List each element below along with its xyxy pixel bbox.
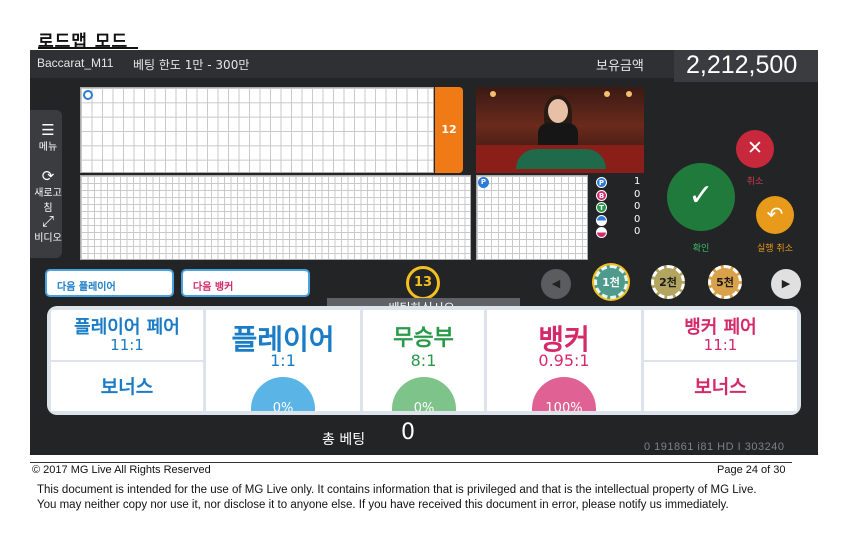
chip-next-button[interactable]: ▶ [771,269,801,299]
player-icon: P [596,177,607,188]
total-bet-label: 총 베팅 [322,432,366,448]
refresh-button[interactable]: ⟳ 새로고침 [30,168,66,214]
bead-road-marker [83,90,93,100]
menu-icon: ☰ [41,121,55,139]
balance-value: 2,212,500 [686,51,798,79]
stat-value: 0 [634,201,641,212]
chip-1000[interactable]: 1천 [594,265,628,299]
check-icon: ✓ [688,178,714,213]
tie-icon: T [596,202,607,213]
menu-button[interactable]: ☰ 메뉴 [30,122,66,153]
cancel-button[interactable]: ✕ [736,130,774,168]
balance-box: 2,212,500 [674,50,818,82]
page-number: Page 24 of 30 [717,464,786,476]
bead-road[interactable]: 12 [80,87,463,173]
bet-odds: 11:1 [703,336,738,354]
stat-value: 0 [634,188,641,200]
countdown-timer: 13 [406,266,440,300]
menu-label: 메뉴 [38,142,58,153]
refresh-label: 새로고침 [34,188,62,214]
table-name: Baccarat_M11 [37,56,114,70]
bet-banker[interactable]: 뱅커 0.95:1 100% [487,310,641,411]
bet-title: 무승부 [393,326,454,351]
result-stats: P 1 B 0 T 0 0 0 [594,176,644,240]
bet-percent-banker: 100% [532,377,596,411]
stat-value: 0 [634,213,641,225]
bet-title: 보너스 [694,376,747,398]
small-road-marker: P [478,177,489,188]
bet-odds: 1:1 [270,351,296,370]
doc-title-underline [38,47,138,49]
dealer-head [548,99,568,123]
banker-icon: B [596,189,607,201]
next-player-button[interactable]: 다음 플레이어 [45,269,174,297]
confirm-button[interactable]: ✓ [667,163,735,231]
bet-banker-bonus[interactable]: 보너스 [644,362,797,411]
chevron-right-icon: ▶ [781,277,791,290]
expand-icon: ⤢ [41,212,54,230]
road-count-badge: 12 [435,87,463,173]
bet-percent-tie: 0% [392,377,456,411]
session-code: 0 191861 i81 HD I 303240 [644,441,785,453]
footer-divider [30,462,792,463]
refresh-icon: ⟳ [41,167,55,185]
banker-pair-icon [596,227,607,238]
undo-icon: ↶ [766,202,784,226]
video-light [626,91,632,97]
copyright: © 2017 MG Live All Rights Reserved [32,464,211,476]
bet-percent-player: 0% [251,377,315,411]
game-screen: Baccarat_M11 베팅 한도 1만 - 300만 보유금액 2,212,… [30,50,818,455]
confirm-label: 확인 [692,244,710,254]
next-banker-button[interactable]: 다음 뱅커 [181,269,310,297]
confidentiality-notice: This document is intended for the use of… [37,484,757,511]
bet-odds: 8:1 [410,351,437,370]
cancel-label: 취소 [746,177,764,187]
bet-player-pair[interactable]: 플레이어 페어 11:1 [51,310,203,360]
bet-banker-pair[interactable]: 뱅커 페어 11:1 [644,310,797,360]
video-light [604,91,610,97]
video-button[interactable]: ⤢ 비디오 [30,213,66,244]
chevron-left-icon: ◀ [551,277,561,290]
bet-odds: 0.95:1 [538,351,590,370]
live-video[interactable] [476,87,644,173]
stat-value: 1 [634,176,641,187]
bet-player[interactable]: 플레이어 1:1 0% [206,310,360,411]
video-label: 비디오 [34,233,62,244]
undo-label: 실행 취소 [757,244,793,254]
balance-label: 보유금액 [596,59,644,74]
bet-odds: 11:1 [110,336,144,354]
video-light [490,91,496,97]
undo-button[interactable]: ↶ [756,196,794,234]
chip-2000[interactable]: 2천 [651,265,685,299]
chip-prev-button[interactable]: ◀ [541,269,571,299]
small-road[interactable]: P [476,175,588,260]
bet-tie[interactable]: 무승부 8:1 0% [363,310,484,411]
stat-value: 0 [634,226,641,237]
bet-board: 플레이어 페어 11:1 보너스 플레이어 1:1 0% 무승부 8:1 0% … [47,306,801,415]
bet-limit: 베팅 한도 1만 - 300만 [133,58,250,72]
close-icon: ✕ [747,137,763,159]
video-felt [516,149,606,169]
bet-title: 보너스 [100,376,154,398]
total-bet-value: 0 [401,420,415,445]
big-road[interactable] [80,175,471,260]
stat-row-banker-pair: 0 [594,226,644,240]
side-menu: ☰ 메뉴 ⟳ 새로고침 ⤢ 비디오 [30,110,62,258]
chip-5000[interactable]: 5천 [708,265,742,299]
bet-player-bonus[interactable]: 보너스 [51,362,203,411]
player-pair-icon [596,214,607,226]
